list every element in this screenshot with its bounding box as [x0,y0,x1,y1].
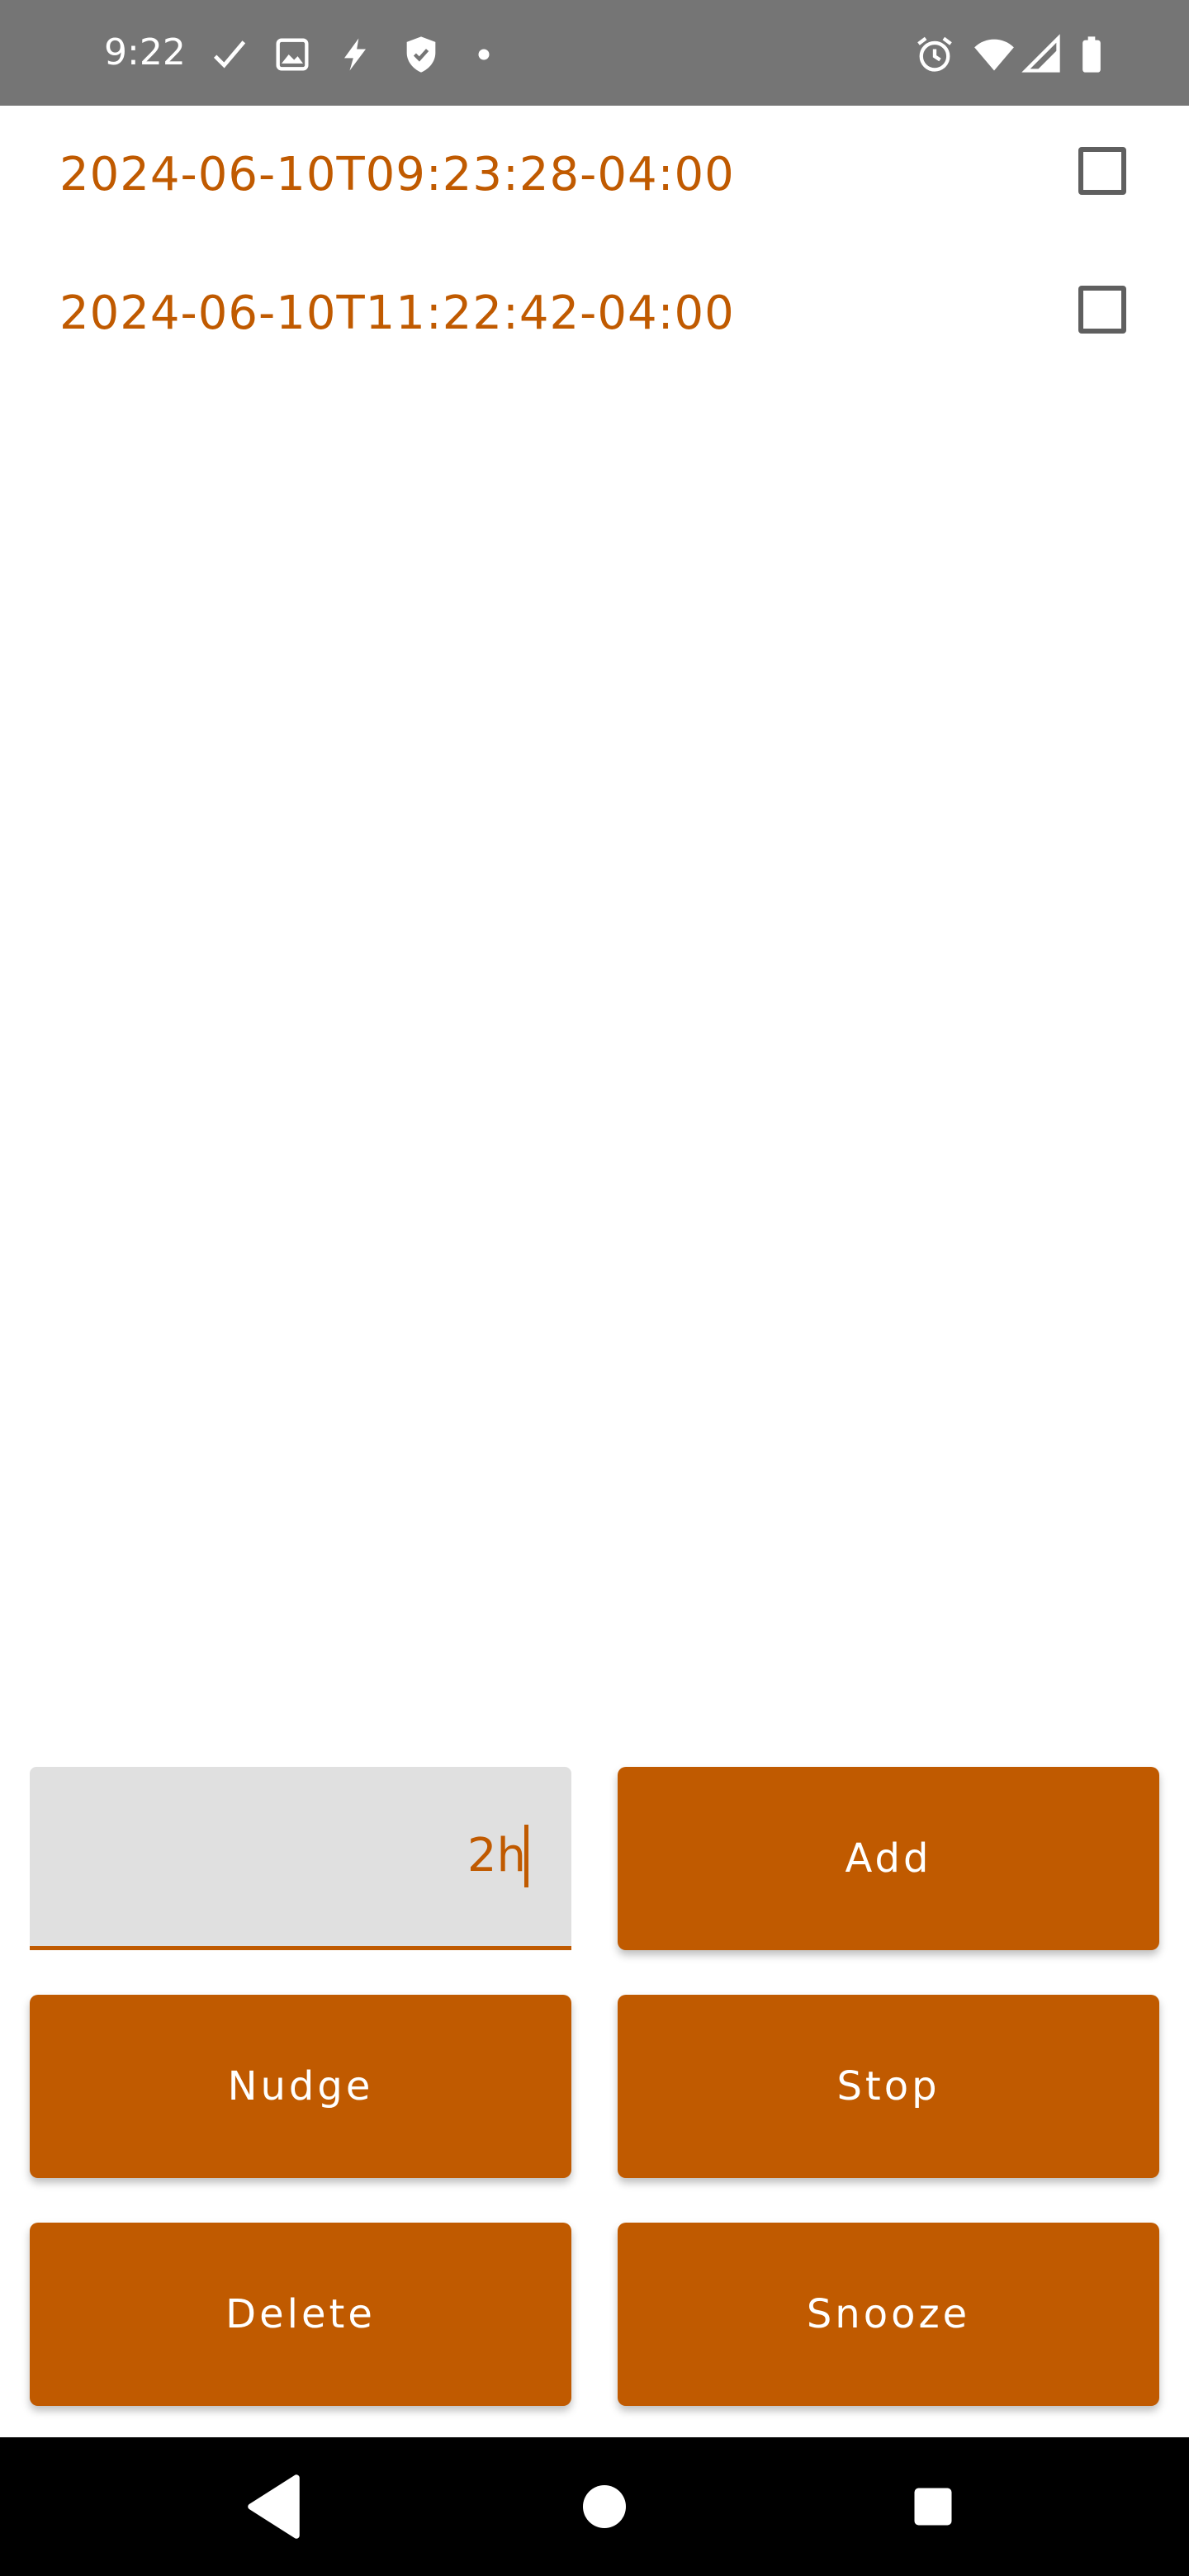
list-item-label: 2024-06-10T11:22:42-04:00 [59,286,735,340]
image-icon [271,33,314,76]
battery-icon [1070,33,1113,76]
dot-icon [462,33,505,76]
duration-input[interactable]: 2h [30,1767,571,1950]
timestamp-list: 2024-06-10T09:23:28-04:00 2024-06-10T11:… [0,106,1189,383]
home-icon[interactable] [555,2457,654,2556]
list-item-checkbox[interactable] [1078,147,1126,195]
add-button[interactable]: Add [618,1767,1159,1950]
stop-button[interactable]: Stop [618,1995,1159,2178]
list-item-checkbox[interactable] [1078,286,1126,334]
shield-icon [400,33,443,76]
status-bar: 9:22 [0,0,1189,106]
recents-icon[interactable] [883,2457,983,2556]
check-icon [208,33,251,76]
back-icon[interactable] [226,2457,325,2556]
snooze-button[interactable]: Snooze [618,2223,1159,2406]
status-time: 9:22 [104,31,186,73]
app-screen: 9:22 2024-06-10T09:23:28-04:00 2024-06-1… [0,0,1189,2576]
duration-input-value: 2h [467,1825,528,1887]
text-caret [524,1825,528,1887]
list-item[interactable]: 2024-06-10T09:23:28-04:00 [0,106,1189,244]
list-item[interactable]: 2024-06-10T11:22:42-04:00 [0,244,1189,383]
alarm-icon [913,33,956,76]
navigation-bar [0,2437,1189,2576]
signal-icon [1021,33,1063,76]
wifi-icon [973,33,1016,76]
lightning-icon [334,33,377,76]
delete-button[interactable]: Delete [30,2223,571,2406]
list-item-label: 2024-06-10T09:23:28-04:00 [59,148,735,201]
nudge-button[interactable]: Nudge [30,1995,571,2178]
